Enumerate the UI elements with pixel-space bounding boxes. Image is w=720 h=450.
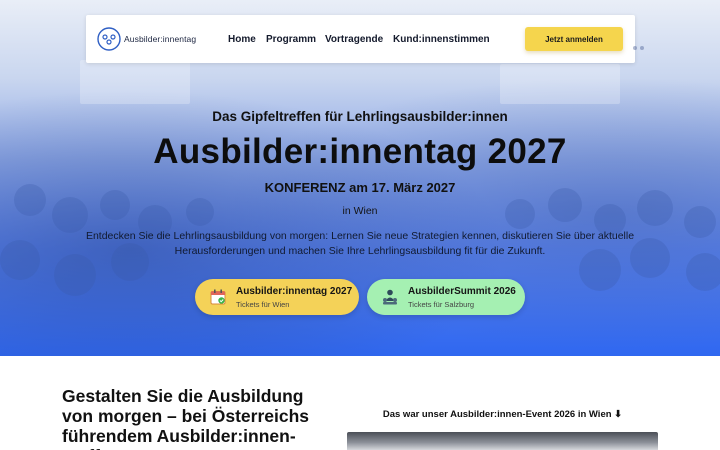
audience-icon bbox=[383, 289, 397, 305]
logo-text: Ausbilder:innentag bbox=[124, 34, 197, 44]
calendar-check-icon bbox=[210, 289, 226, 305]
event-photo bbox=[347, 432, 658, 450]
navbar: Ausbilder:innentag Home Programm Vortrag… bbox=[86, 15, 635, 63]
hero-subtitle: KONFERENZ am 17. März 2027 bbox=[264, 180, 456, 195]
hero-title: Ausbilder:innentag 2027 bbox=[153, 132, 567, 171]
nav-link-home[interactable]: Home bbox=[228, 34, 256, 45]
nav-link-programm[interactable]: Programm bbox=[266, 34, 316, 45]
hero-description: Entdecken Sie die Lehrlingsausbildung vo… bbox=[85, 230, 635, 257]
ticket-subtitle: Tickets für Wien bbox=[236, 299, 290, 309]
section-heading: Gestalten Sie die Ausbildung von morgen … bbox=[62, 386, 310, 450]
hero-location: in Wien bbox=[342, 205, 378, 217]
hero-eyebrow: Das Gipfeltreffen für Lehrlingsausbilder… bbox=[212, 109, 508, 124]
ticket-button-salzburg[interactable]: AusbilderSummit 2026 Tickets für Salzbur… bbox=[367, 279, 525, 315]
event-caption: Das war unser Ausbilder:innen-Event 2026… bbox=[382, 409, 623, 420]
slider-dots[interactable] bbox=[633, 37, 647, 55]
logo[interactable]: Ausbilder:innentag bbox=[97, 27, 196, 51]
register-button[interactable]: Jetzt anmelden bbox=[525, 27, 623, 51]
ticket-title: AusbilderSummit 2026 bbox=[408, 285, 516, 297]
ticket-subtitle: Tickets für Salzburg bbox=[408, 299, 474, 309]
nav-link-kundinnenstimmen[interactable]: Kund:innenstimmen bbox=[393, 34, 490, 45]
nav-link-vortragende[interactable]: Vortragende bbox=[325, 34, 383, 45]
ticket-title: Ausbilder:innentag 2027 bbox=[236, 285, 353, 297]
ticket-button-wien[interactable]: Ausbilder:innentag 2027 Tickets für Wien bbox=[195, 279, 359, 315]
logo-people-icon bbox=[97, 27, 121, 51]
hero-section: Ausbilder:innentag Home Programm Vortrag… bbox=[0, 0, 720, 356]
